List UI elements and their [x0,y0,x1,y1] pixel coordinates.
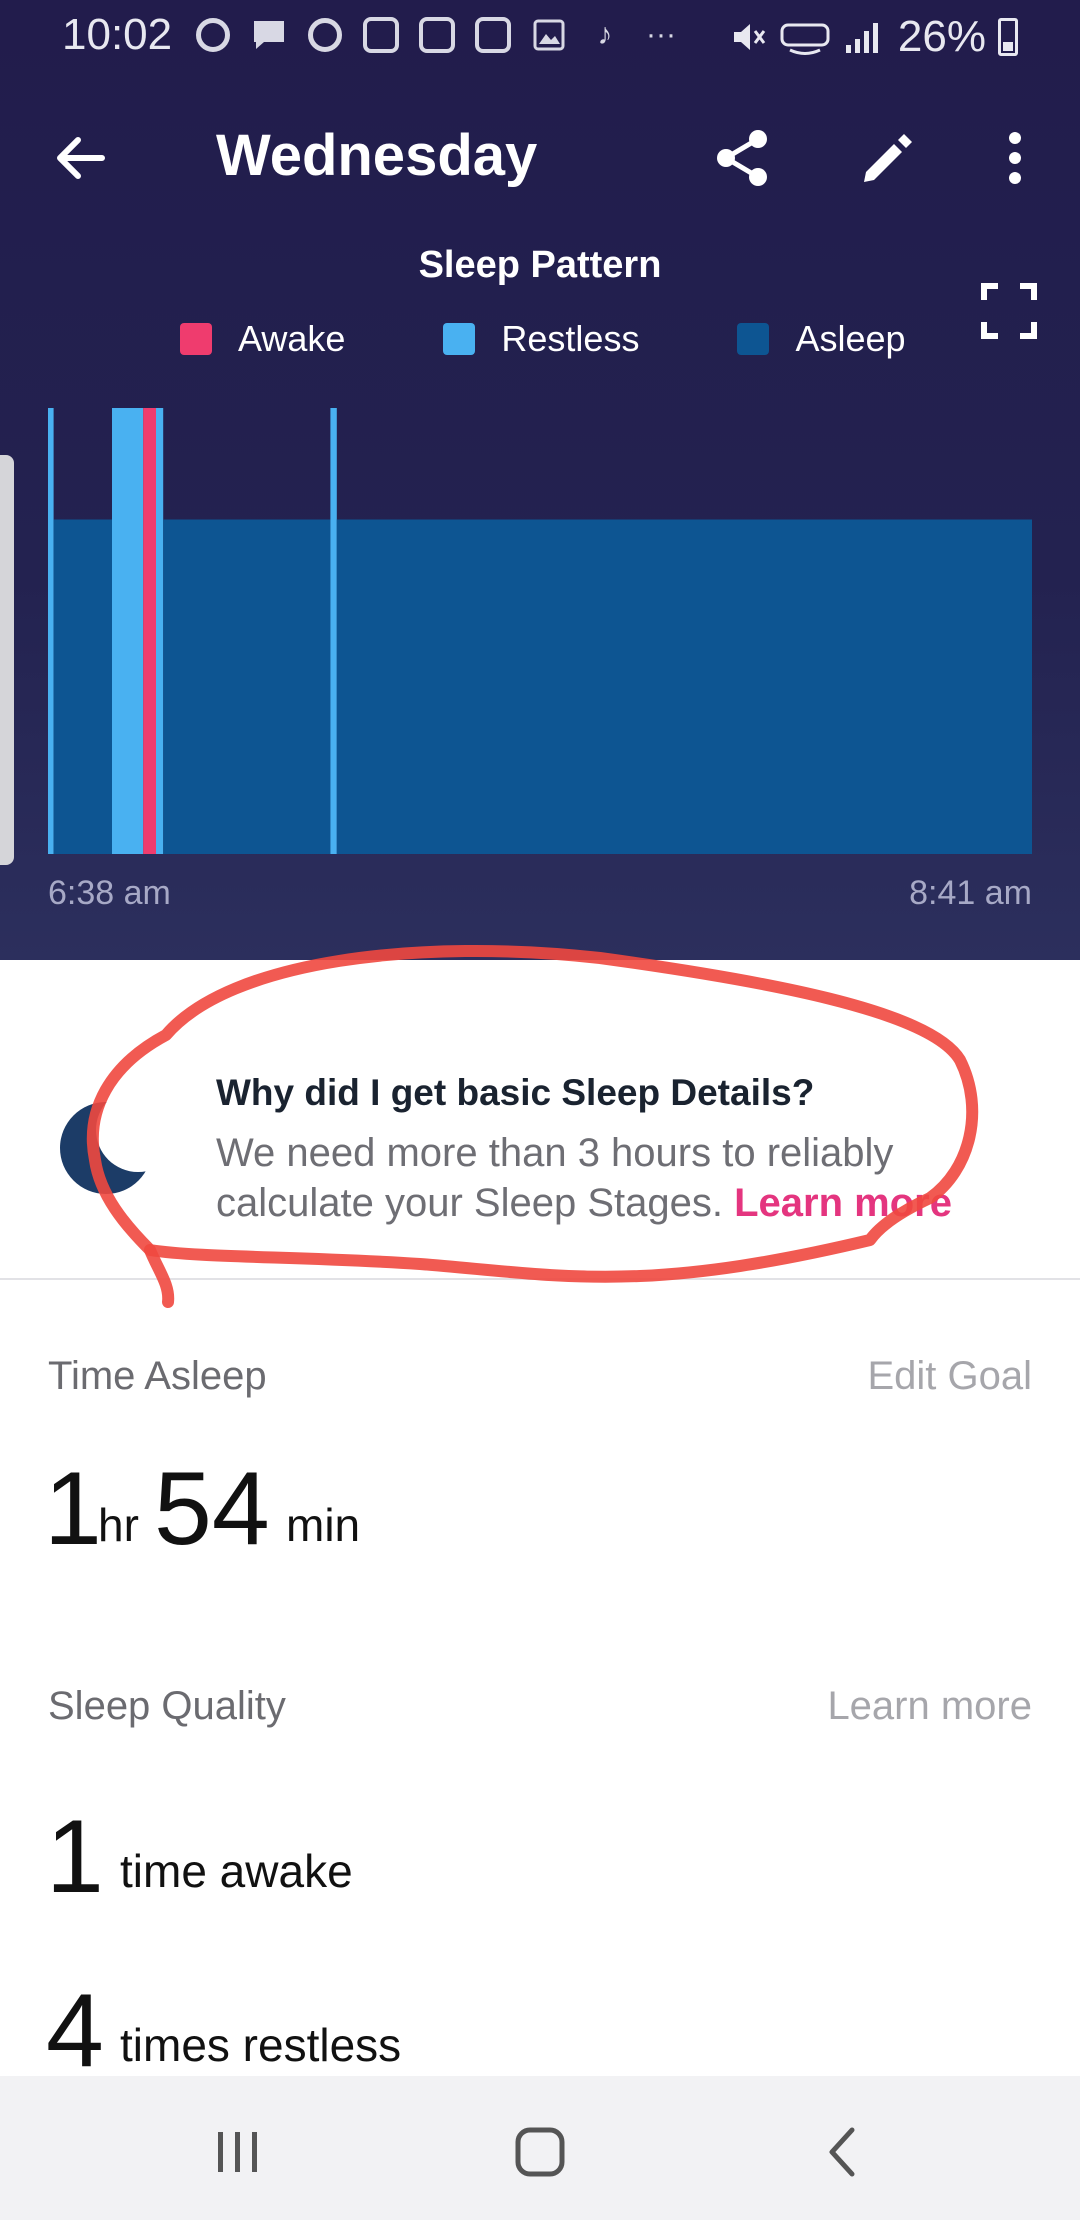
edit-goal-button[interactable]: Edit Goal [867,1354,1032,1399]
pencil-icon [864,134,912,182]
status-bar: 10:02 ♪ ··· 26% [0,0,1080,76]
battery-icon [998,18,1018,56]
alexa-icon [304,14,346,56]
message-icon [248,14,290,56]
legend-label-asleep: Asleep [795,318,906,359]
legend-swatch-asleep [737,323,770,355]
more-dots-icon: ··· [646,18,676,51]
recent-apps-icon [218,2132,257,2172]
app-icon [360,14,402,56]
page-title: Wednesday [216,123,538,188]
sleep-segment-asleep [53,519,112,854]
restless-label: times restless [120,2019,402,2071]
hours-value: 1 [44,1451,102,1567]
more-vert-icon [1009,132,1021,184]
sleep-segment-awake [143,408,156,854]
back-nav-button[interactable] [804,2112,884,2192]
chart-title: Sleep Pattern [418,244,662,286]
gallery-icon [528,14,570,56]
sleep-quality-label: Sleep Quality [48,1684,286,1728]
sleep-segment-restless [156,408,164,854]
legend-item-awake: Awake [180,318,345,360]
restless-count: 4 [46,1973,104,2089]
share-icon [717,130,767,186]
legend-item-asleep: Asleep [737,318,906,360]
app-bar: Wednesday [0,100,1080,212]
battery-percent: 26% [897,12,986,61]
time-asleep-label: Time Asleep [48,1354,267,1398]
legend-label-restless: Restless [501,318,640,359]
status-time: 10:02 [62,10,173,59]
app-icon [472,14,514,56]
chart-x-start-label: 6:38 am [48,874,171,912]
sleep-segment-asleep [163,519,331,854]
recent-apps-button[interactable] [198,2112,278,2192]
sleep-segment-restless [330,408,337,854]
overflow-menu-button[interactable] [975,118,1055,198]
edit-button[interactable] [848,118,928,198]
awake-count: 1 [46,1799,104,1915]
legend-label-awake: Awake [238,318,346,359]
chart-x-end-label: 8:41 am [909,874,1032,912]
sleep-header-panel: 10:02 ♪ ··· 26% Wednesday Sleep Pattern … [0,0,1080,960]
signal-icon [845,23,878,53]
awake-label: time awake [120,1845,353,1897]
minutes-value: 54 [154,1451,270,1567]
hand-drawn-annotation-circle [86,945,979,1308]
home-icon [515,2127,565,2177]
alexa-icon [192,14,234,56]
back-button[interactable] [40,118,120,198]
sleep-segment-asleep [336,519,1032,854]
legend-swatch-awake [180,323,212,355]
minutes-unit: min [286,1499,361,1551]
legend-item-restless: Restless [443,318,639,360]
status-right: 26% [728,12,1018,62]
home-button[interactable] [500,2112,580,2192]
edge-panel-handle[interactable] [0,455,14,865]
chevron-left-icon [829,2127,855,2177]
share-button[interactable] [703,118,783,198]
sleep-pattern-chart [48,408,1032,854]
hours-unit: hr [98,1499,139,1551]
mute-icon [733,24,766,50]
legend-swatch-restless [443,323,476,355]
fullscreen-button[interactable] [980,282,1038,340]
sleep-segment-restless [112,408,144,854]
app-icon [416,14,458,56]
volte-icon [780,23,830,55]
sleep-segment-restless [48,408,54,854]
tiktok-icon: ♪ [597,18,613,51]
sleep-quality-learn-more-link[interactable]: Learn more [827,1684,1032,1729]
notification-icons: ♪ ··· [192,14,682,56]
arrow-left-icon [57,137,105,179]
fullscreen-icon [981,283,1037,339]
chart-legend: Awake Restless Asleep [180,318,906,360]
system-navigation-bar [0,2076,1080,2220]
